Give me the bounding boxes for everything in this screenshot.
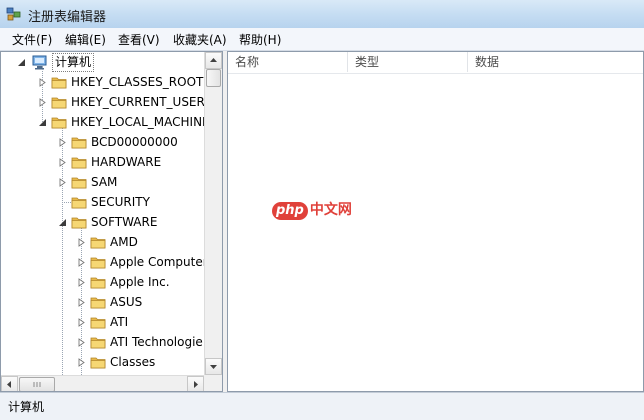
title-bar: 注册表编辑器 [0,0,644,29]
horizontal-scroll-thumb[interactable] [19,377,55,391]
tree-node[interactable]: SAM [1,172,204,192]
scroll-left-button[interactable] [1,376,18,391]
expand-arrow-icon[interactable] [58,138,67,147]
menu-favorites[interactable]: 收藏夹(A) [170,31,230,48]
tree-node[interactable]: SOFTWARE [1,212,204,232]
expand-arrow-icon[interactable] [77,358,86,367]
window-title: 注册表编辑器 [28,10,107,25]
status-path: 计算机 [8,400,45,414]
folder-icon [71,194,87,210]
folder-icon [71,214,87,230]
tree-node-label: HARDWARE [91,155,162,169]
tree-horizontal-scrollbar[interactable] [1,375,204,391]
expand-arrow-icon[interactable] [58,158,67,167]
computer-icon [32,55,47,70]
watermark-suffix: 中文网 [309,202,352,218]
menu-file[interactable]: 文件(F) [9,31,55,48]
expand-arrow-icon[interactable] [77,238,86,247]
expand-arrow-icon[interactable] [58,178,67,187]
tree-node-label: Classes [110,355,156,369]
folder-icon [90,254,106,270]
tree-vertical-scrollbar[interactable] [204,52,222,375]
tree-node[interactable]: ATI Technologie [1,332,204,352]
folder-icon [90,274,106,290]
expand-arrow-icon[interactable] [77,258,86,267]
registry-tree: 计算机 HKEY_CLASSES_ROOT HKEY_CURRENT_USER HK… [1,52,204,375]
tree-node-label: ATI [110,315,129,329]
tree-node-label: SECURITY [91,195,150,209]
arrow-left-icon [7,381,11,388]
scroll-up-button[interactable] [205,52,222,69]
tree-node[interactable]: AMD [1,232,204,252]
tree-root-label: 计算机 [52,53,95,72]
tree-node-label: ASUS [110,295,143,309]
tree-node-label: Apple Computer [110,255,204,269]
collapse-arrow-icon[interactable] [17,58,26,67]
tree-node[interactable]: Apple Inc. [1,272,204,292]
watermark-brand: php [272,202,308,220]
scroll-right-button[interactable] [187,376,204,391]
folder-icon [51,94,67,110]
tree-node[interactable]: BCD00000000 [1,132,204,152]
arrow-right-icon [194,381,198,388]
arrow-up-icon [210,58,217,62]
folder-icon [90,354,106,370]
tree-guide-line [62,202,71,203]
expand-arrow-icon[interactable] [77,278,86,287]
tree-root-computer[interactable]: 计算机 [1,52,201,72]
watermark-logo: php 中文网 [272,199,352,221]
tree-node-label: HKEY_CLASSES_ROOT [71,75,204,89]
registry-tree-pane[interactable]: 计算机 HKEY_CLASSES_ROOT HKEY_CURRENT_USER HK… [0,51,223,392]
tree-node-label: HKEY_LOCAL_MACHINE [71,115,204,129]
collapse-arrow-icon[interactable] [38,118,47,127]
column-header-data[interactable]: 数据 [468,52,643,72]
tree-node-label: BCD00000000 [91,135,178,149]
expand-arrow-icon[interactable] [38,98,47,107]
scroll-down-button[interactable] [205,358,222,375]
tree-node-label: SOFTWARE [91,215,158,229]
folder-icon [90,314,106,330]
folder-icon [90,334,106,350]
arrow-down-icon [210,365,217,369]
collapse-arrow-icon[interactable] [58,218,67,227]
expand-arrow-icon[interactable] [77,298,86,307]
grip-icon [33,382,41,387]
values-list-pane[interactable]: 名称 类型 数据 [227,51,644,392]
column-header-name[interactable]: 名称 [228,52,348,72]
tree-node-label: SAM [91,175,118,189]
tree-node[interactable]: ATI [1,312,204,332]
expand-arrow-icon[interactable] [38,78,47,87]
menu-view[interactable]: 查看(V) [115,31,163,48]
tree-node[interactable]: HARDWARE [1,152,204,172]
tree-node-label: ATI Technologie [110,335,203,349]
menu-help[interactable]: 帮助(H) [236,31,284,48]
folder-icon [71,134,87,150]
expand-arrow-icon[interactable] [77,318,86,327]
folder-icon [51,74,67,90]
expand-arrow-icon[interactable] [77,338,86,347]
folder-icon [71,174,87,190]
list-header: 名称 类型 数据 [228,52,643,74]
tree-node[interactable]: HKEY_LOCAL_MACHINE [1,112,204,132]
tree-node[interactable]: HKEY_CURRENT_USER [1,92,204,112]
tree-node[interactable]: Classes [1,352,204,372]
menu-edit[interactable]: 编辑(E) [62,31,109,48]
status-bar: 计算机 [0,392,644,420]
registry-editor-icon [6,7,21,21]
folder-icon [51,114,67,130]
tree-node[interactable]: Apple Computer [1,252,204,272]
scroll-thumb[interactable] [206,69,221,87]
tree-node[interactable]: SECURITY [1,192,204,212]
folder-icon [90,234,106,250]
tree-node[interactable]: HKEY_CLASSES_ROOT [1,72,204,92]
tree-node[interactable]: ASUS [1,292,204,312]
column-header-type[interactable]: 类型 [348,52,468,72]
menu-bar: 文件(F) 编辑(E) 查看(V) 收藏夹(A) 帮助(H) [0,28,644,51]
tree-node-label: Apple Inc. [110,275,170,289]
folder-icon [90,294,106,310]
tree-node-label: AMD [110,235,138,249]
folder-icon [71,154,87,170]
scrollbar-corner [204,375,222,391]
tree-node-label: HKEY_CURRENT_USER [71,95,204,109]
